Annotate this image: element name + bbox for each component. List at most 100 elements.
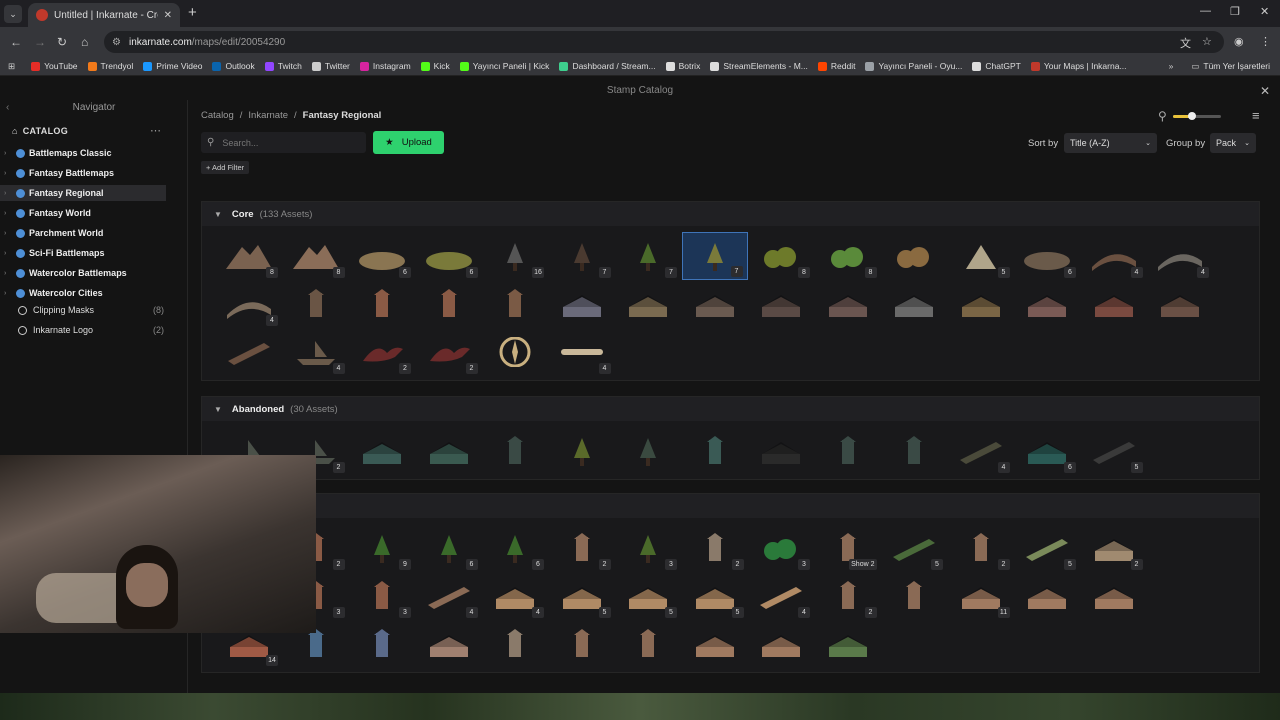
bookmark-item[interactable]: Botrix bbox=[665, 61, 700, 71]
sidebar-item[interactable]: › Fantasy Battlemaps bbox=[0, 165, 166, 181]
forward-icon[interactable]: → bbox=[34, 35, 46, 49]
group-header[interactable]: ▼ Abandoned (30 Assets) bbox=[202, 397, 1259, 421]
asset-tile[interactable] bbox=[748, 620, 814, 668]
group-dropdown[interactable]: Pack ⌄ bbox=[1210, 133, 1256, 153]
tab-list-icon[interactable]: ⌄ bbox=[4, 5, 22, 23]
bookmark-item[interactable]: StreamElements - M... bbox=[710, 61, 808, 71]
chevron-right-icon[interactable]: › bbox=[4, 270, 12, 277]
asset-tile[interactable] bbox=[815, 620, 881, 668]
group-header[interactable]: ▼ Core (133 Assets) bbox=[202, 202, 1259, 226]
asset-tile[interactable] bbox=[283, 280, 349, 328]
asset-tile[interactable] bbox=[615, 620, 681, 668]
asset-tile[interactable] bbox=[1081, 280, 1147, 328]
asset-tile[interactable]: 8 bbox=[283, 232, 349, 280]
asset-tile[interactable]: 2 bbox=[416, 328, 482, 376]
asset-tile[interactable]: 8 bbox=[748, 232, 814, 280]
catalog-heading[interactable]: ⌂ CATALOG bbox=[12, 126, 68, 136]
asset-tile[interactable]: 4 bbox=[549, 328, 615, 376]
asset-tile[interactable] bbox=[948, 280, 1014, 328]
zoom-slider-knob[interactable] bbox=[1187, 111, 1196, 120]
asset-tile[interactable] bbox=[1147, 280, 1213, 328]
asset-tile[interactable]: 6 bbox=[1014, 232, 1080, 280]
asset-tile[interactable] bbox=[748, 280, 814, 328]
chevron-right-icon[interactable]: › bbox=[4, 250, 12, 257]
bookmark-item[interactable]: Dashboard / Stream... bbox=[559, 61, 656, 71]
bookmark-item[interactable]: Twitter bbox=[311, 61, 350, 71]
asset-tile[interactable] bbox=[349, 280, 415, 328]
back-icon[interactable]: ← bbox=[10, 35, 22, 49]
asset-tile[interactable] bbox=[881, 280, 947, 328]
asset-tile[interactable]: 2 bbox=[349, 328, 415, 376]
bookmark-item[interactable]: Prime Video bbox=[143, 61, 202, 71]
sidebar-subitem[interactable]: Inkarnate Logo (2) bbox=[18, 322, 164, 338]
browser-menu-icon[interactable]: ⋮ bbox=[1260, 35, 1271, 48]
chevron-down-icon[interactable]: ▼ bbox=[214, 405, 222, 414]
asset-tile[interactable]: 6 bbox=[416, 232, 482, 280]
asset-tile[interactable]: 4 bbox=[1081, 232, 1147, 280]
bookmark-item[interactable]: Kick bbox=[420, 61, 450, 71]
asset-tile[interactable]: 4 bbox=[1147, 232, 1213, 280]
asset-tile[interactable] bbox=[682, 280, 748, 328]
minimize-icon[interactable]: — bbox=[1200, 5, 1211, 17]
asset-tile[interactable]: 8 bbox=[815, 232, 881, 280]
asset-tile[interactable] bbox=[815, 427, 881, 475]
apps-grid-icon[interactable]: ⊞ bbox=[8, 61, 15, 72]
asset-tile[interactable] bbox=[1014, 280, 1080, 328]
chevron-right-icon[interactable]: › bbox=[4, 210, 12, 217]
more-bookmarks-icon[interactable]: » bbox=[1169, 61, 1174, 71]
asset-tile[interactable] bbox=[482, 427, 548, 475]
sidebar-item[interactable]: › Fantasy World bbox=[0, 205, 166, 221]
asset-tile[interactable]: 4 bbox=[216, 280, 282, 328]
chevron-right-icon[interactable]: › bbox=[4, 150, 12, 157]
sidebar-item[interactable]: › Watercolor Cities bbox=[0, 285, 166, 301]
asset-tile[interactable]: 3 bbox=[349, 572, 415, 620]
new-tab-icon[interactable]: + bbox=[188, 4, 197, 21]
asset-tile[interactable]: 5 bbox=[549, 572, 615, 620]
chevron-right-icon[interactable]: › bbox=[4, 290, 12, 297]
asset-tile[interactable] bbox=[615, 427, 681, 475]
asset-tile[interactable] bbox=[482, 620, 548, 668]
asset-tile[interactable]: 4 bbox=[416, 572, 482, 620]
sidebar-subitem[interactable]: Clipping Masks (8) bbox=[18, 302, 164, 318]
chevron-right-icon[interactable]: › bbox=[4, 230, 12, 237]
asset-tile[interactable] bbox=[549, 427, 615, 475]
asset-tile[interactable]: 6 bbox=[349, 232, 415, 280]
group-header[interactable]: ▼sets) bbox=[202, 494, 1259, 518]
asset-tile[interactable]: 5 bbox=[1081, 427, 1147, 475]
asset-tile[interactable]: 2 bbox=[682, 524, 748, 572]
asset-tile[interactable]: 3 bbox=[615, 524, 681, 572]
browser-tab[interactable]: Untitled | Inkarnate - Create Fa ✕ bbox=[28, 3, 180, 27]
asset-tile[interactable] bbox=[682, 620, 748, 668]
asset-tile[interactable]: 4 bbox=[283, 328, 349, 376]
restore-icon[interactable]: ❐ bbox=[1230, 5, 1240, 18]
asset-tile[interactable] bbox=[549, 620, 615, 668]
asset-tile[interactable]: 5 bbox=[1014, 524, 1080, 572]
asset-tile[interactable]: 5 bbox=[881, 524, 947, 572]
add-filter-button[interactable]: + Add Filter bbox=[201, 161, 250, 174]
bookmark-item[interactable]: YouTube bbox=[31, 61, 78, 71]
chevron-down-icon[interactable]: ▼ bbox=[214, 210, 222, 219]
asset-tile[interactable]: 5 bbox=[948, 232, 1014, 280]
bookmark-item[interactable]: Twitch bbox=[264, 61, 302, 71]
asset-tile[interactable]: 4 bbox=[482, 572, 548, 620]
sidebar-item[interactable]: › Sci-Fi Battlemaps bbox=[0, 245, 166, 261]
hamburger-menu-icon[interactable]: ≡ bbox=[1252, 108, 1260, 123]
asset-tile[interactable]: 7 bbox=[615, 232, 681, 280]
asset-tile[interactable]: 2 bbox=[948, 524, 1014, 572]
asset-tile[interactable]: 7 bbox=[549, 232, 615, 280]
asset-tile[interactable] bbox=[349, 620, 415, 668]
crumb-inkarnate[interactable]: Inkarnate bbox=[248, 110, 288, 121]
sidebar-item[interactable]: › Watercolor Battlemaps bbox=[0, 265, 166, 281]
zoom-slider[interactable] bbox=[1172, 111, 1221, 120]
asset-tile[interactable] bbox=[349, 427, 415, 475]
asset-tile[interactable]: 2 bbox=[549, 524, 615, 572]
asset-tile[interactable] bbox=[881, 427, 947, 475]
sidebar-item[interactable]: › Parchment World bbox=[0, 225, 166, 241]
sort-dropdown[interactable]: Title (A-Z) ⌄ bbox=[1064, 133, 1157, 153]
upload-button[interactable]: ★ Upload bbox=[373, 131, 444, 154]
close-catalog-icon[interactable]: ✕ bbox=[1260, 82, 1270, 100]
asset-tile[interactable]: 4 bbox=[948, 427, 1014, 475]
site-info-icon[interactable]: ⚙ bbox=[112, 37, 121, 48]
asset-tile[interactable] bbox=[482, 328, 548, 376]
asset-tile[interactable] bbox=[881, 572, 947, 620]
